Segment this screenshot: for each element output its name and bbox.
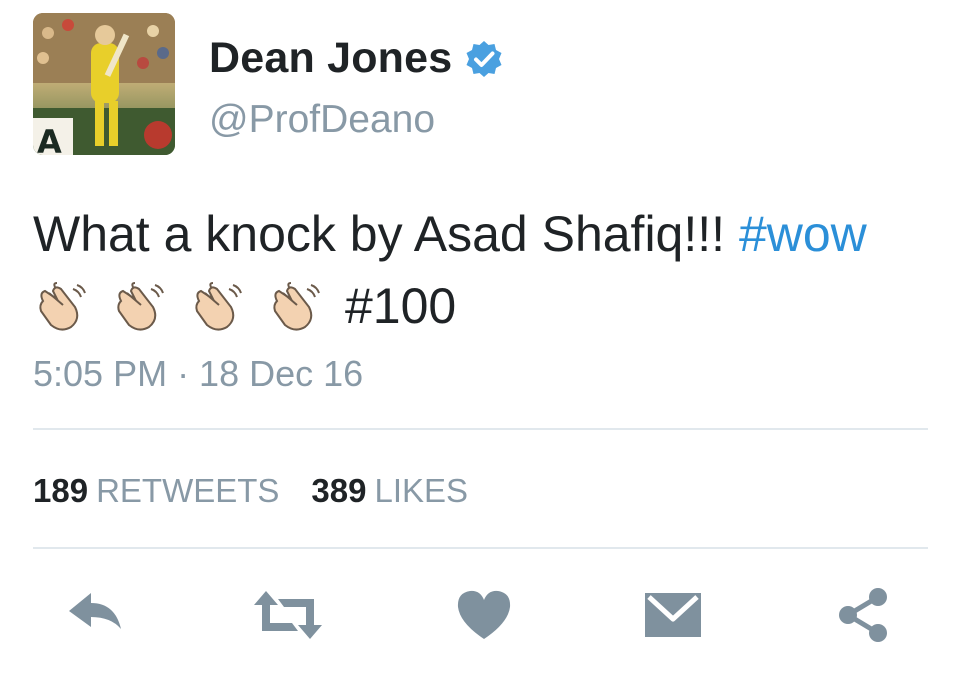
user-name-row[interactable]: Dean Jones [209, 34, 504, 83]
clapping-hands-emoji-icon [189, 279, 245, 335]
clapping-hands-emoji-icon [267, 279, 323, 335]
verified-badge-icon [464, 39, 504, 79]
share-icon[interactable] [832, 585, 896, 645]
likes-count: 389 [311, 472, 367, 509]
message-icon[interactable] [641, 585, 705, 645]
hashtag-link[interactable]: #wow [739, 206, 867, 262]
retweets-stat[interactable]: 189 RETWEETS [33, 472, 279, 509]
retweet-icon[interactable] [252, 585, 322, 645]
clapping-hands-emoji-icon [33, 279, 89, 335]
svg-text:A: A [37, 123, 62, 155]
reply-icon[interactable] [65, 585, 129, 645]
tweet-timestamp[interactable]: 5:05 PM · 18 Dec 16 [33, 353, 363, 395]
hashtag-100[interactable]: #100 [345, 278, 456, 334]
like-icon[interactable] [452, 585, 516, 645]
retweets-label: RETWEETS [96, 472, 280, 509]
tweet-text-part: What a knock by Asad Shafiq!!! [33, 206, 739, 262]
user-handle[interactable]: @ProfDeano [209, 98, 435, 142]
clapping-hands-emoji-icon [111, 279, 167, 335]
likes-stat[interactable]: 389 LIKES [311, 472, 468, 509]
divider [33, 547, 928, 549]
user-name[interactable]: Dean Jones [209, 34, 452, 83]
retweets-count: 189 [33, 472, 89, 509]
avatar[interactable]: A [33, 13, 175, 155]
tweet-text: What a knock by Asad Shafiq!!! #wow #100 [33, 198, 933, 342]
divider [33, 428, 928, 430]
likes-label: LIKES [374, 472, 469, 509]
tweet-stats: 189 RETWEETS 389 LIKES [33, 472, 468, 510]
